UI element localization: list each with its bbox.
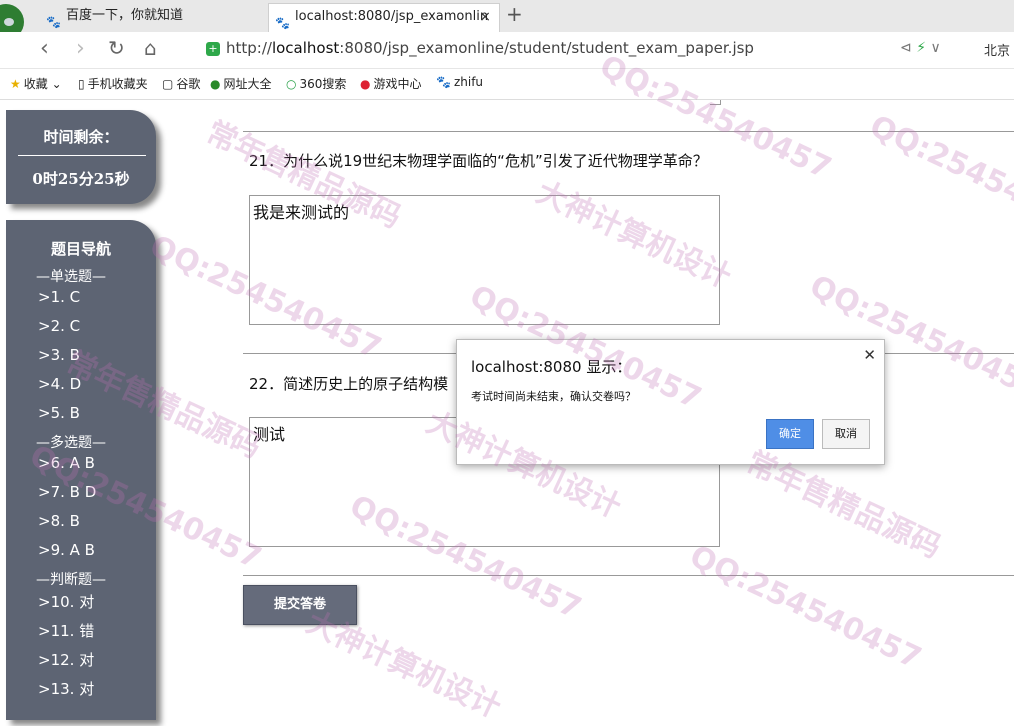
tab-strip: 🐾 百度一下，你就知道 🐾 localhost:8080/jsp_examonl… [0, 0, 1014, 40]
share-icon[interactable]: ⊲ ⚡ ∨ [900, 40, 941, 56]
nav-item-12[interactable]: >12. 对 [38, 649, 94, 670]
timer-value: 0时25分25秒 [32, 170, 130, 188]
submit-exam-button[interactable]: 提交答卷 [243, 585, 357, 625]
nav-item-4[interactable]: >4. D [38, 375, 81, 393]
star-icon: ★ [10, 77, 21, 91]
navigation-bar: ‹ › ↻ ⌂ + http://localhost:8080/jsp_exam… [0, 32, 1014, 69]
close-tab-icon[interactable]: × [479, 4, 491, 30]
confirm-dialog: ✕ localhost:8080 显示： 考试时间尚未结束，确认交卷吗？ 确定 … [456, 339, 885, 465]
nav-item-8[interactable]: >8. B [38, 512, 80, 530]
nav-item-10[interactable]: >10. 对 [38, 591, 94, 612]
tab-baidu[interactable]: 🐾 百度一下，你就知道 [40, 3, 262, 32]
question-nav-title: 题目导航 [50, 240, 111, 258]
nav-item-5[interactable]: >5. B [38, 404, 80, 422]
bookmark-games[interactable]: ● 游戏中心 [360, 75, 422, 92]
bookmarks-bar: ★ 收藏 ⌄ ▯ 手机收藏夹 ▢ 谷歌 ● 网址大全 ○ 360搜索 ● 游戏中心 🐾 zhi… [0, 69, 1014, 100]
home-icon[interactable]: ⌂ [144, 36, 157, 60]
question-nav-panel: 题目导航 —单选题— >1. C >2. C >3. B >4. D >5. B… [6, 220, 156, 720]
timer-divider [18, 155, 146, 156]
question-21-text: 21．为什么说19世纪末物理学面临的“危机”引发了近代物理学革命？ [249, 152, 708, 170]
new-tab-button[interactable]: + [506, 2, 523, 26]
nav-item-9[interactable]: >9. A B [38, 541, 95, 559]
url-text: http://localhost:8080/jsp_examonline/stu… [226, 39, 754, 57]
tab-label: localhost:8080/jsp_examonlin [295, 9, 489, 24]
bookmark-directory[interactable]: ● 网址大全 [210, 75, 272, 92]
secure-shield-icon: + [206, 42, 220, 56]
reload-icon[interactable]: ↻ [108, 36, 125, 60]
paw-icon: 🐾 [46, 15, 61, 29]
previous-answer-box-edge [710, 100, 721, 105]
dialog-message: 考试时间尚未结束，确认交卷吗？ [471, 390, 636, 403]
tab-localhost[interactable]: 🐾 localhost:8080/jsp_examonlin × [268, 3, 500, 32]
confirm-button[interactable]: 确定 [766, 419, 814, 449]
cancel-button[interactable]: 取消 [822, 419, 870, 449]
tab-label: 百度一下，你就知道 [66, 8, 184, 23]
close-icon[interactable]: ✕ [863, 346, 876, 364]
nav-item-11[interactable]: >11. 错 [38, 620, 94, 641]
answer-21-textarea[interactable]: 我是来测试的 [249, 195, 720, 325]
timer-panel: 时间剩余： 0时25分25秒 [6, 110, 156, 204]
search-icon: ○ [286, 77, 297, 91]
section-judge: —判断题— [36, 572, 106, 588]
nav-item-7[interactable]: >7. B D [38, 483, 96, 501]
nav-item-1[interactable]: >1. C [38, 288, 80, 306]
bookmark-mobile[interactable]: ▯ 手机收藏夹 [78, 75, 148, 92]
bookmark-zhifu[interactable]: 🐾 zhifu [436, 75, 483, 89]
nav-item-13[interactable]: >13. 对 [38, 678, 94, 699]
nav-item-3[interactable]: >3. B [38, 346, 80, 364]
phone-icon: ▯ [78, 77, 85, 91]
timer-label: 时间剩余： [43, 128, 119, 146]
paw-icon: 🐾 [436, 75, 451, 89]
bookmark-360[interactable]: ○ 360搜索 [286, 75, 346, 92]
dialog-title: localhost:8080 显示： [471, 358, 632, 376]
bookmark-google[interactable]: ▢ 谷歌 [162, 75, 200, 92]
address-bar[interactable]: + http://localhost:8080/jsp_examonline/s… [198, 36, 888, 64]
section-multi: —多选题— [36, 435, 106, 451]
question-22-text: 22．简述历史上的原子结构模 [249, 375, 449, 393]
nav-item-2[interactable]: >2. C [38, 317, 80, 335]
forward-icon[interactable]: › [76, 36, 85, 61]
location-label[interactable]: 北京 [984, 40, 1010, 59]
chevron-down-icon: ⌄ [51, 77, 62, 91]
page-icon: ▢ [162, 77, 174, 91]
back-icon[interactable]: ‹ [40, 36, 49, 61]
section-single: —单选题— [36, 269, 106, 285]
game-icon: ● [360, 77, 371, 91]
bookmark-favorites[interactable]: ★ 收藏 ⌄ [10, 75, 62, 92]
globe-icon: ● [210, 77, 221, 91]
divider [243, 131, 1014, 132]
paw-icon: 🐾 [275, 16, 290, 30]
nav-item-6[interactable]: >6. A B [38, 454, 95, 472]
bolt-icon: ⚡ [916, 40, 927, 56]
divider [243, 575, 1014, 576]
